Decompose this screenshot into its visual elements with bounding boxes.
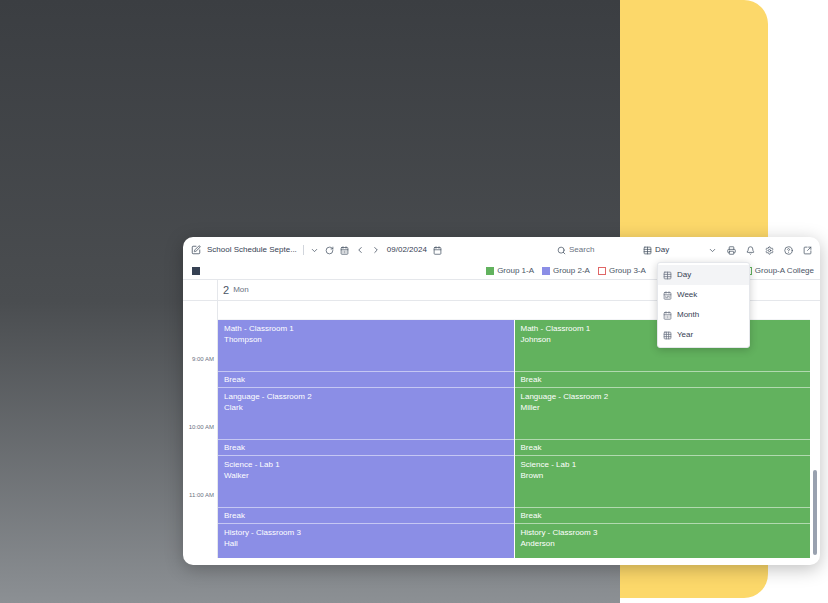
break-event[interactable]: Break — [515, 372, 811, 388]
export-icon[interactable] — [803, 246, 812, 255]
next-icon[interactable] — [371, 245, 381, 255]
legend-label: Group 2-A — [553, 265, 590, 277]
view-icon — [643, 246, 652, 255]
view-menu-item[interactable]: Year — [658, 325, 749, 345]
previous-icon[interactable] — [355, 245, 365, 255]
lesson-title: Math - Classroom 1 — [224, 323, 508, 334]
legend-label: Group 3-A — [609, 265, 646, 277]
legend-label: Group 1-A — [497, 265, 534, 277]
lesson-event[interactable]: Science - Lab 1Brown — [515, 456, 811, 508]
lesson-title: History - Classroom 3 — [521, 527, 805, 538]
view-menu-item[interactable]: Day — [658, 265, 749, 285]
calendar-card: School Schedule Septe... 09/02/2024 Search… — [183, 237, 820, 565]
legend-item[interactable]: Group-A College — [744, 265, 814, 277]
break-event[interactable]: Break — [218, 440, 514, 456]
legend-item[interactable]: Group 1-A — [486, 265, 534, 277]
lesson-title: Science - Lab 1 — [521, 459, 805, 470]
break-event[interactable]: Break — [515, 440, 811, 456]
lesson-event[interactable]: History - Classroom 3Hall — [218, 524, 514, 558]
view-option-icon — [663, 331, 672, 340]
help-icon[interactable] — [784, 246, 793, 255]
view-menu-item[interactable]: Week — [658, 285, 749, 305]
lesson-event[interactable]: Language - Classroom 2Clark — [218, 388, 514, 440]
lesson-teacher: Brown — [521, 470, 805, 481]
lesson-teacher: Thompson — [224, 334, 508, 345]
view-option-label: Month — [677, 309, 699, 321]
search-field[interactable]: Search — [557, 244, 637, 256]
separator — [303, 245, 304, 255]
lesson-event[interactable]: Math - Classroom 1Thompson — [218, 320, 514, 372]
search-placeholder: Search — [569, 244, 594, 256]
view-chevron-icon — [708, 246, 717, 255]
view-menu-item[interactable]: Month — [658, 305, 749, 325]
print-icon[interactable] — [727, 246, 736, 255]
time-label: 10:00 AM — [189, 423, 214, 432]
time-column: 9:00 AM 10:00 AM 11:00 AM — [183, 301, 218, 558]
day-number: 2 — [223, 282, 229, 299]
legend-group: Group 1-A Group 2-A Group 3-A — [486, 265, 646, 277]
lesson-teacher: Anderson — [521, 538, 805, 549]
date-field[interactable]: 09/02/2024 — [387, 244, 427, 256]
weekday: Mon — [233, 284, 249, 296]
view-option-icon — [663, 271, 672, 280]
document-title[interactable]: School Schedule Septe... — [207, 244, 297, 256]
break-event[interactable]: Break — [218, 508, 514, 524]
legend-item[interactable]: Group 2-A — [542, 265, 590, 277]
time-label: 11:00 AM — [189, 491, 214, 500]
view-menu: Day Week Month Year — [657, 262, 750, 348]
lesson-teacher: Clark — [224, 402, 508, 413]
lesson-title: Science - Lab 1 — [224, 459, 508, 470]
lesson-teacher: Miller — [521, 402, 805, 413]
calendar-icon[interactable] — [433, 246, 442, 255]
lesson-teacher: Walker — [224, 470, 508, 481]
lesson-title: Language - Classroom 2 — [224, 391, 508, 402]
legend-item[interactable]: Group 3-A — [598, 265, 646, 277]
lesson-teacher: Hall — [224, 538, 508, 549]
document-icon — [191, 245, 201, 255]
time-label: 9:00 AM — [192, 355, 214, 364]
view-option-label: Day — [677, 269, 691, 281]
view-option-label: Year — [677, 329, 693, 341]
view-option-label: Week — [677, 289, 697, 301]
legend-checkbox[interactable] — [542, 267, 550, 275]
view-value: Day — [655, 244, 705, 256]
scrollbar-thumb[interactable] — [813, 470, 817, 555]
lesson-event[interactable]: Language - Classroom 2Miller — [515, 388, 811, 440]
lesson-event[interactable]: History - Classroom 3Anderson — [515, 524, 811, 558]
view-select[interactable]: Day — [643, 244, 717, 256]
refresh-icon[interactable] — [325, 246, 334, 255]
view-option-icon — [663, 311, 672, 320]
bell-icon[interactable] — [746, 246, 755, 255]
group-column: Math - Classroom 1JohnsonBreakLanguage -… — [515, 320, 811, 558]
search-icon — [557, 246, 566, 255]
lesson-title: Language - Classroom 2 — [521, 391, 805, 402]
page: School Schedule Septe... 09/02/2024 Search… — [0, 0, 828, 603]
break-event[interactable]: Break — [218, 372, 514, 388]
chevron-down-icon[interactable] — [310, 246, 319, 255]
lesson-event[interactable]: Science - Lab 1Walker — [218, 456, 514, 508]
settings-icon[interactable] — [765, 246, 774, 255]
today-icon[interactable] — [340, 246, 349, 255]
day-label[interactable]: 2 Mon — [218, 280, 249, 300]
break-event[interactable]: Break — [515, 508, 811, 524]
view-option-icon — [663, 291, 672, 300]
group-column: Math - Classroom 1ThompsonBreakLanguage … — [218, 320, 514, 558]
toolbar: School Schedule Septe... 09/02/2024 Search… — [183, 237, 820, 263]
time-gutter — [183, 280, 218, 300]
select-all-checkbox[interactable] — [192, 267, 200, 275]
legend-label: Group-A College — [755, 265, 814, 277]
legend-checkbox[interactable] — [486, 267, 494, 275]
lesson-title: History - Classroom 3 — [224, 527, 508, 538]
legend-checkbox[interactable] — [598, 267, 606, 275]
legend-group: Group-A College — [744, 265, 814, 277]
scrollbar — [810, 301, 820, 558]
